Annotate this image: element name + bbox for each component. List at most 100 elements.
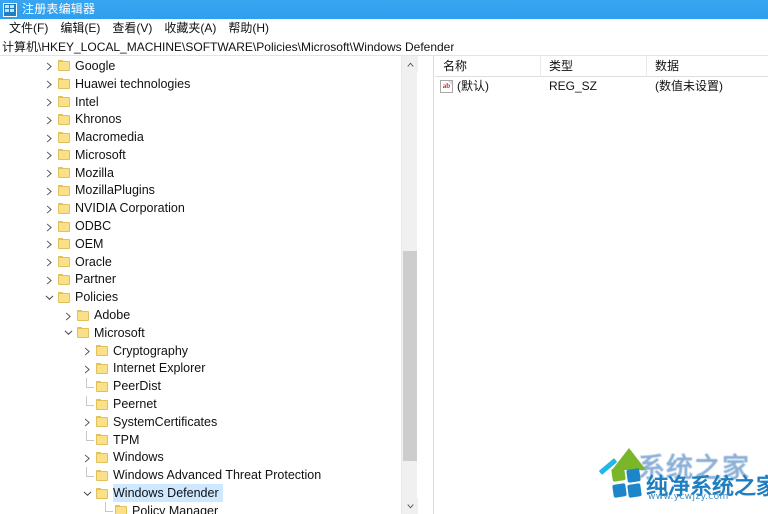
scroll-up-button[interactable] [402,56,418,72]
tree-item[interactable]: Intel [0,93,418,111]
tree-item-label: Oracle [75,254,112,269]
value-row[interactable]: ab (默认) REG_SZ (数值未设置) [435,77,768,95]
chevron-down-icon[interactable] [42,289,58,306]
menu-view[interactable]: 查看(V) [106,19,158,38]
folder-icon [58,220,70,232]
menu-file[interactable]: 文件(F) [3,19,54,38]
tree-item-label: Policy Manager [132,503,219,514]
tree-leaf-connector [80,431,96,448]
folder-icon [58,256,70,268]
tree-item-label: Macromedia [75,130,144,145]
tree-item[interactable]: Adobe [0,306,418,324]
tree-item[interactable]: Macromedia [0,128,418,146]
tree-item-label: Microsoft [94,325,145,340]
chevron-right-icon[interactable] [42,253,58,270]
tree-item-label-wrap: Huawei technologies [75,75,194,93]
registry-tree[interactable]: Google Huawei technologies Intel Khronos Mac… [0,56,418,514]
chevron-right-icon[interactable] [42,129,58,146]
tree-item[interactable]: Cryptography [0,342,418,360]
column-header-name[interactable]: 名称 [435,56,541,77]
chevron-right-icon[interactable] [61,307,77,324]
menu-favorites[interactable]: 收藏夹(A) [158,19,222,38]
tree-item[interactable]: Microsoft [0,324,418,342]
tree-item[interactable]: ODBC [0,217,418,235]
tree-item[interactable]: SystemCertificates [0,413,418,431]
tree-item-label-wrap: MozillaPlugins [75,181,159,199]
tree-item[interactable]: Windows Defender [0,484,418,503]
tree-item[interactable]: Policy Manager [0,502,418,514]
chevron-right-icon[interactable] [80,342,96,359]
chevron-right-icon[interactable] [80,413,96,430]
tree-item[interactable]: Microsoft [0,146,418,164]
chevron-right-icon[interactable] [80,449,96,466]
main-content: Google Huawei technologies Intel Khronos Mac… [0,56,768,514]
chevron-right-icon[interactable] [42,200,58,217]
chevron-right-icon[interactable] [42,271,58,288]
tree-item[interactable]: Internet Explorer [0,360,418,378]
registry-icon [3,2,17,17]
chevron-right-icon[interactable] [42,57,58,74]
chevron-right-icon[interactable] [42,235,58,252]
tree-item[interactable]: Policies [0,288,418,306]
tree-scrollbar[interactable] [401,56,418,514]
chevron-right-icon[interactable] [42,146,58,163]
tree-item[interactable]: Windows Advanced Threat Protection [0,466,418,484]
chevron-right-icon[interactable] [42,218,58,235]
tree-item-label: PeerDist [113,379,161,394]
folder-icon [77,327,89,339]
chevron-down-icon[interactable] [80,485,96,502]
chevron-down-icon[interactable] [61,324,77,341]
title-bar[interactable]: 注册表编辑器 [0,0,768,19]
chevron-right-icon[interactable] [42,111,58,128]
address-bar[interactable]: 计算机\HKEY_LOCAL_MACHINE\SOFTWARE\Policies… [0,38,768,56]
scroll-down-button[interactable] [402,498,418,514]
tree-item-label: Policies [75,290,119,305]
tree-item[interactable]: Huawei technologies [0,75,418,93]
tree-item-label-wrap: PeerDist [113,377,165,395]
menu-edit[interactable]: 编辑(E) [54,19,106,38]
chevron-right-icon[interactable] [42,182,58,199]
value-name-text: (默认) [457,79,489,93]
tree-item[interactable]: Peernet [0,395,418,413]
tree-item[interactable]: Oracle [0,253,418,271]
tree-item-label: Intel [75,94,99,109]
chevron-right-icon[interactable] [42,164,58,181]
folder-icon [96,416,108,428]
tree-item[interactable]: Windows [0,449,418,467]
tree-item-label: Internet Explorer [113,361,206,376]
tree-item[interactable]: Khronos [0,110,418,128]
column-header-data[interactable]: 数据 [647,56,768,77]
tree-item[interactable]: Google [0,57,418,75]
tree-item-label: Peernet [113,397,157,412]
chevron-right-icon[interactable] [42,93,58,110]
values-list[interactable]: ab (默认) REG_SZ (数值未设置) [435,77,768,95]
menu-help[interactable]: 帮助(H) [222,19,275,38]
chevron-right-icon[interactable] [42,75,58,92]
tree-item[interactable]: OEM [0,235,418,253]
scroll-thumb[interactable] [403,251,417,461]
tree-item-label-wrap: Oracle [75,253,116,271]
tree-item[interactable]: NVIDIA Corporation [0,199,418,217]
tree-item[interactable]: Mozilla [0,164,418,182]
tree-item-label-wrap: Adobe [94,306,134,324]
column-header-type[interactable]: 类型 [541,56,647,77]
tree-item[interactable]: MozillaPlugins [0,182,418,200]
tree-item[interactable]: PeerDist [0,377,418,395]
tree-item[interactable]: Partner [0,271,418,289]
tree-item[interactable]: TPM [0,431,418,449]
tree-item-label-wrap: Policy Manager [132,502,222,514]
folder-icon [96,434,108,446]
registry-tree-pane: Google Huawei technologies Intel Khronos Mac… [0,56,434,514]
chevron-right-icon[interactable] [80,360,96,377]
tree-item-label-wrap: Internet Explorer [113,359,209,377]
